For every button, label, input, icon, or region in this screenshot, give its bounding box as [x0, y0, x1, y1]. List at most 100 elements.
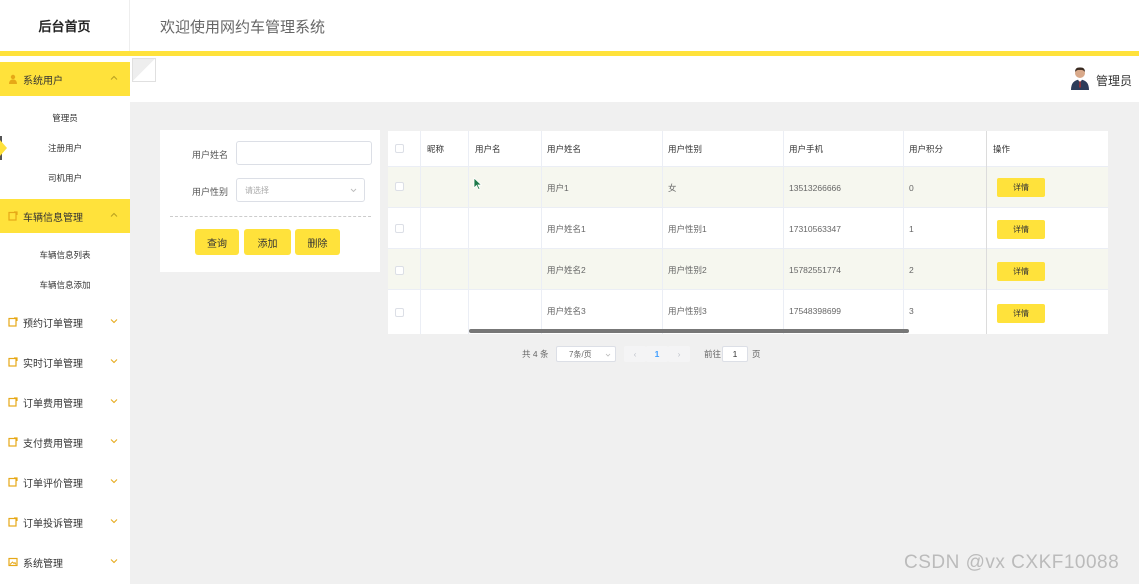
cell-gender: 用户性别3 [668, 305, 707, 316]
document-icon [8, 211, 18, 221]
goto-suffix: 页 [752, 349, 761, 359]
detail-button[interactable]: 详情 [997, 262, 1045, 281]
menu-reservation-orders[interactable]: 预约订单管理 [0, 305, 130, 339]
menu-label: 系统用户 [23, 75, 63, 87]
submenu-registered-users[interactable]: 注册用户 [0, 134, 130, 162]
menu-order-fees[interactable]: 订单费用管理 [0, 385, 130, 419]
chevron-down-icon [350, 188, 357, 193]
cell-realname: 用户1 [547, 182, 569, 193]
menu-label: 订单费用管理 [23, 398, 83, 410]
menu-system-management[interactable]: 系统管理 [0, 545, 130, 579]
active-indicator [0, 140, 7, 156]
document-icon [8, 437, 18, 447]
cell-nickname [421, 208, 427, 249]
chevron-down-icon [110, 439, 118, 444]
cell-points: 0 [909, 182, 914, 193]
row-checkbox[interactable] [395, 308, 404, 317]
delete-button[interactable]: 删除 [295, 229, 340, 255]
gender-label: 用户性别 [192, 187, 229, 197]
document-icon [8, 517, 18, 527]
watermark: CSDN @vx CXKF10088 [904, 552, 1120, 573]
name-search-input[interactable] [236, 141, 372, 165]
menu-label: 系统管理 [23, 558, 63, 570]
query-button[interactable]: 查询 [195, 229, 239, 255]
menu-system-users[interactable]: 系统用户 [0, 62, 130, 96]
avatar[interactable] [1071, 66, 1089, 90]
name-label: 用户姓名 [192, 150, 229, 160]
pagination-total: 共 4 条 [522, 349, 549, 359]
prev-page-button[interactable]: ‹ [624, 346, 646, 362]
document-icon [8, 397, 18, 407]
row-divider [388, 248, 1108, 249]
user-name[interactable]: 管理员 [1096, 72, 1132, 89]
top-header: 后台首页 欢迎使用网约车管理系统 [0, 0, 1139, 56]
cell-phone: 13513266666 [789, 182, 842, 193]
menu-vehicle-info[interactable]: 车辆信息管理 [0, 199, 130, 233]
cell-phone: 15782551774 [789, 264, 842, 275]
menu-label: 车辆信息管理 [23, 212, 83, 224]
row-divider [388, 289, 1108, 290]
cell-nickname [421, 249, 427, 290]
chevron-up-icon [110, 75, 118, 80]
cell-realname: 用户姓名2 [547, 264, 586, 275]
column-header[interactable]: 用户性别 [662, 131, 702, 166]
row-checkbox[interactable] [395, 266, 404, 275]
submenu-vehicle-list[interactable]: 车辆信息列表 [0, 241, 130, 269]
gender-select[interactable]: 请选择 [236, 178, 365, 202]
document-icon [8, 477, 18, 487]
page-size-select[interactable]: 7条/页 [556, 346, 616, 362]
submenu-label: 车辆信息添加 [39, 280, 91, 290]
submenu-admin[interactable]: 管理员 [0, 104, 130, 132]
cell-points: 3 [909, 305, 914, 316]
menu-label: 预约订单管理 [23, 318, 83, 330]
cell-gender: 用户性别1 [668, 223, 707, 234]
menu-label: 实时订单管理 [23, 358, 83, 370]
main-topbar [130, 56, 1139, 102]
goto-page-input[interactable] [722, 346, 748, 362]
menu-order-reviews[interactable]: 订单评价管理 [0, 465, 130, 499]
column-header[interactable]: 用户名 [469, 131, 501, 166]
add-button[interactable]: 添加 [244, 229, 291, 255]
detail-button[interactable]: 详情 [997, 220, 1045, 239]
image-icon [8, 557, 18, 567]
detail-button[interactable]: 详情 [997, 304, 1045, 323]
cell-username [469, 290, 475, 331]
menu-realtime-orders[interactable]: 实时订单管理 [0, 345, 130, 379]
column-header[interactable]: 用户姓名 [541, 131, 581, 166]
chevron-down-icon [605, 353, 611, 357]
chevron-down-icon [110, 319, 118, 324]
chevron-up-icon [110, 212, 118, 217]
sidebar: 系统用户 管理员 注册用户 司机用户 车辆信息管理 车辆信息列表 车辆信息添加 … [0, 56, 130, 584]
column-header[interactable]: 用户积分 [903, 131, 943, 166]
cell-phone: 17310563347 [789, 223, 842, 234]
menu-label: 订单评价管理 [23, 478, 83, 490]
horizontal-scrollbar[interactable] [469, 329, 909, 333]
select-all-checkbox[interactable] [395, 144, 404, 153]
cell-nickname [421, 167, 427, 208]
column-header: 操作 [993, 143, 1011, 154]
brand-home-link[interactable]: 后台首页 [0, 0, 130, 51]
divider [170, 216, 371, 217]
menu-payment-fees[interactable]: 支付费用管理 [0, 425, 130, 459]
submenu-label: 注册用户 [47, 143, 82, 153]
submenu-vehicle-add[interactable]: 车辆信息添加 [0, 271, 130, 299]
chevron-down-icon [110, 559, 118, 564]
mouse-cursor-icon [473, 177, 482, 190]
row-divider [388, 166, 1108, 167]
cell-realname: 用户姓名1 [547, 223, 586, 234]
row-checkbox[interactable] [395, 224, 404, 233]
user-table: 昵称 用户名 用户姓名 用户性别 用户手机 用户积分 操作 用户1 女 1351… [388, 131, 1108, 334]
chevron-down-icon [110, 359, 118, 364]
submenu-driver-users[interactable]: 司机用户 [0, 164, 130, 192]
column-header[interactable]: 昵称 [421, 131, 444, 166]
collapse-toggle[interactable] [132, 58, 156, 82]
page-number-current[interactable]: 1 [646, 346, 668, 362]
next-page-button[interactable]: › [668, 346, 690, 362]
cell-gender: 用户性别2 [668, 264, 707, 275]
page-size-value: 7条/页 [569, 349, 592, 359]
column-header[interactable]: 用户手机 [783, 131, 823, 166]
submenu-label: 管理员 [52, 113, 78, 123]
menu-order-complaints[interactable]: 订单投诉管理 [0, 505, 130, 539]
detail-button[interactable]: 详情 [997, 178, 1045, 197]
row-checkbox[interactable] [395, 182, 404, 191]
